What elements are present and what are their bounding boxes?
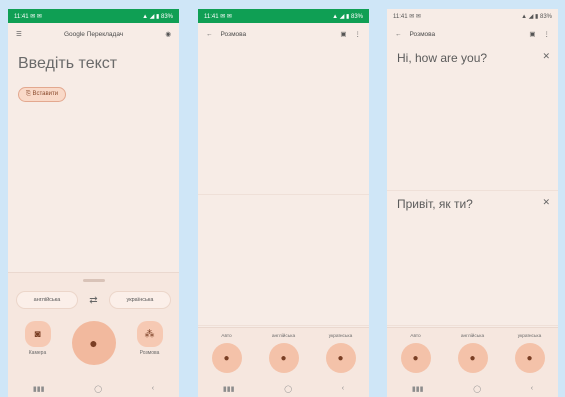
conversation-controls: Авто ● англійська ● українська ● ▮▮▮ ◯ ‹: [198, 327, 369, 397]
close-icon[interactable]: ✕: [542, 51, 550, 62]
mic-icon[interactable]: ●: [400, 343, 431, 373]
app-bar: ← Розмова ▣ ⋮: [198, 23, 369, 45]
system-nav-bar: ▮▮▮ ◯ ‹: [198, 385, 369, 393]
home-nav-icon[interactable]: ◯: [473, 385, 481, 393]
ukrainian-mic-item[interactable]: українська ●: [514, 334, 545, 373]
ukrainian-label: українська: [517, 334, 542, 339]
status-left: 11:41 ✉ ✉: [14, 13, 42, 20]
conversation-controls: Авто ● англійська ● українська ● ▮▮▮ ◯ ‹: [387, 327, 558, 397]
action-row: ◙ Камера ● ⁂ Розмова: [8, 321, 179, 365]
conversation-icon[interactable]: ⁂: [136, 321, 163, 347]
account-icon[interactable]: ◉: [165, 30, 171, 38]
recents-nav-icon[interactable]: ▮▮▮: [33, 385, 45, 393]
status-bar: 11:41 ✉ ✉ ▲ ◢ ▮ 83%: [8, 9, 179, 23]
english-mic-item[interactable]: англійська ●: [457, 334, 488, 373]
top-pane: Hi, how are you? ✕: [387, 45, 558, 191]
status-left: 11:41 ✉ ✉: [204, 13, 232, 20]
bottom-sheet: англійська ⇄ українська ◙ Камера ● ⁂ Роз…: [8, 272, 179, 397]
app-bar: ← Розмова ▣ ⋮: [387, 23, 558, 45]
camera-icon[interactable]: ◙: [24, 321, 51, 347]
ukrainian-label: українська: [328, 334, 353, 339]
status-right: ▲ ◢ ▮ 83%: [142, 13, 173, 20]
phone-home-screen: 11:41 ✉ ✉ ▲ ◢ ▮ 83% ☰ Google Перекладач …: [8, 9, 179, 397]
auto-label: Авто: [410, 334, 421, 339]
system-nav-bar: ▮▮▮ ◯ ‹: [8, 385, 179, 393]
system-nav-bar: ▮▮▮ ◯ ‹: [387, 385, 558, 393]
back-icon[interactable]: ←: [206, 31, 213, 38]
target-language-button[interactable]: українська: [108, 291, 171, 309]
home-nav-icon[interactable]: ◯: [284, 385, 292, 393]
status-left: 11:41 ✉ ✉: [393, 13, 421, 20]
swap-icon[interactable]: ⇄: [89, 295, 97, 306]
english-label: англійська: [271, 334, 296, 339]
recents-nav-icon[interactable]: ▮▮▮: [223, 385, 235, 393]
english-label: англійська: [460, 334, 485, 339]
auto-label: Авто: [221, 334, 232, 339]
mic-icon[interactable]: ●: [268, 343, 299, 373]
source-language-button[interactable]: англійська: [16, 291, 78, 309]
more-vert-icon[interactable]: ⋮: [355, 30, 362, 38]
conversation-label: Розмова: [139, 350, 160, 356]
back-nav-icon[interactable]: ‹: [531, 385, 533, 393]
status-bar: 11:41 ✉ ✉ ▲ ◢ ▮ 83%: [387, 9, 558, 23]
paste-chip[interactable]: ⎘ Вставити: [18, 87, 67, 102]
mic-icon[interactable]: ●: [514, 343, 545, 373]
top-pane-text: Hi, how are you?: [397, 51, 488, 65]
mic-icon[interactable]: ●: [325, 343, 356, 373]
mic-icon[interactable]: ●: [211, 343, 242, 373]
phone-conversation-active: 11:41 ✉ ✉ ▲ ◢ ▮ 83% ← Розмова ▣ ⋮ Hi, ho…: [387, 9, 558, 397]
back-nav-icon[interactable]: ‹: [152, 385, 154, 393]
bottom-pane-text: Привіт, як ти?: [397, 197, 473, 211]
more-vert-icon[interactable]: ⋮: [544, 30, 551, 38]
text-input-placeholder[interactable]: Введіть текст: [8, 45, 179, 73]
conversation-action[interactable]: ⁂ Розмова: [136, 321, 163, 356]
app-bar: ☰ Google Перекладач ◉: [8, 23, 179, 45]
recents-nav-icon[interactable]: ▮▮▮: [412, 385, 424, 393]
bottom-pane: Привіт, як ти? ✕: [387, 191, 558, 326]
home-nav-icon[interactable]: ◯: [94, 385, 102, 393]
drag-handle[interactable]: [82, 279, 105, 282]
menu-icon[interactable]: ☰: [16, 30, 22, 38]
screen-title: Розмова: [409, 30, 436, 38]
english-mic-item[interactable]: англійська ●: [268, 334, 299, 373]
mic-row: Авто ● англійська ● українська ●: [387, 334, 558, 373]
camera-action[interactable]: ◙ Камера: [24, 321, 51, 356]
split-screen-icon[interactable]: ▣: [529, 30, 535, 38]
phone-conversation-empty: 11:41 ✉ ✉ ▲ ◢ ▮ 83% ← Розмова ▣ ⋮ Авто ●…: [198, 9, 369, 397]
mic-icon[interactable]: ●: [457, 343, 488, 373]
close-icon[interactable]: ✕: [542, 197, 550, 208]
top-pane: [198, 45, 369, 195]
status-bar: 11:41 ✉ ✉ ▲ ◢ ▮ 83%: [198, 9, 369, 23]
ukrainian-mic-item[interactable]: українська ●: [325, 334, 356, 373]
screen-title: Розмова: [220, 30, 247, 38]
camera-label: Камера: [28, 350, 47, 356]
status-right: ▲ ◢ ▮ 83%: [332, 13, 363, 20]
mic-icon[interactable]: ●: [71, 321, 116, 365]
status-right: ▲ ◢ ▮ 83%: [521, 13, 552, 20]
auto-mic-item[interactable]: Авто ●: [211, 334, 242, 373]
back-nav-icon[interactable]: ‹: [342, 385, 344, 393]
back-icon[interactable]: ←: [395, 31, 402, 38]
language-bar: англійська ⇄ українська: [16, 291, 171, 309]
auto-mic-item[interactable]: Авто ●: [400, 334, 431, 373]
mic-row: Авто ● англійська ● українська ●: [198, 334, 369, 373]
bottom-pane: [198, 195, 369, 326]
app-title: Google Перекладач: [63, 30, 124, 38]
split-screen-icon[interactable]: ▣: [340, 30, 346, 38]
mic-action[interactable]: ●: [71, 321, 116, 365]
